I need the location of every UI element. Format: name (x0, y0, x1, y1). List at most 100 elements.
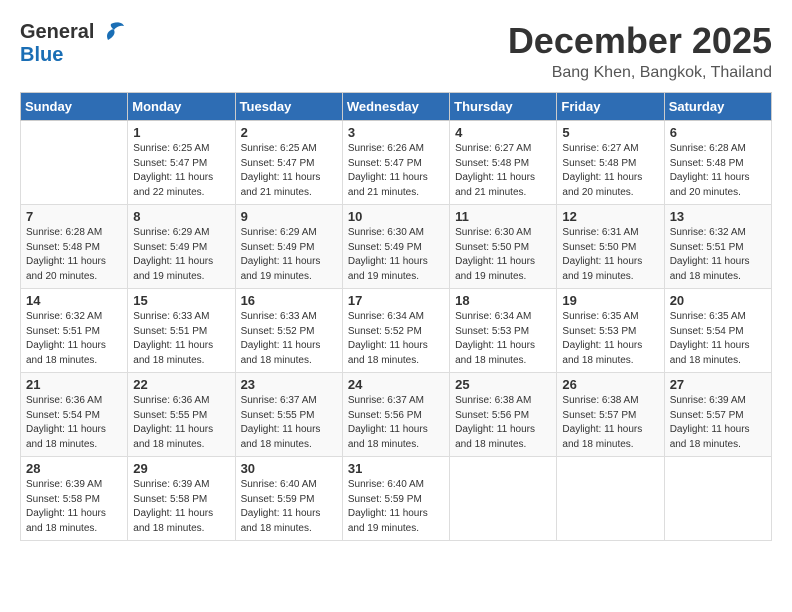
calendar-cell: 27 Sunrise: 6:39 AM Sunset: 5:57 PM Dayli… (664, 373, 771, 457)
day-number: 16 (241, 293, 337, 308)
day-info: Sunrise: 6:28 AM Sunset: 5:48 PM Dayligh… (26, 226, 122, 284)
day-number: 4 (455, 125, 551, 140)
calendar-cell: 23 Sunrise: 6:37 AM Sunset: 5:55 PM Dayli… (235, 373, 342, 457)
calendar-cell: 14 Sunrise: 6:32 AM Sunset: 5:51 PM Dayli… (21, 289, 128, 373)
calendar-cell: 9Sunrise: 6:29 AM Sunset: 5:49 PM Daylig… (235, 205, 342, 289)
calendar-cell: 3 Sunrise: 6:26 AM Sunset: 5:47 PM Daylig… (342, 121, 449, 205)
weekday-header-thursday: Thursday (450, 93, 557, 121)
day-info: Sunrise: 6:25 AM Sunset: 5:47 PM Dayligh… (133, 142, 229, 200)
day-info: Sunrise: 6:29 AM Sunset: 5:49 PM Dayligh… (241, 226, 337, 284)
calendar-cell: 12Sunrise: 6:31 AM Sunset: 5:50 PM Dayli… (557, 205, 664, 289)
page-container: General Blue December 2025 Bang Khen, Ba… (20, 20, 772, 541)
weekday-header-friday: Friday (557, 93, 664, 121)
day-number: 18 (455, 293, 551, 308)
day-info: Sunrise: 6:28 AM Sunset: 5:48 PM Dayligh… (670, 142, 766, 200)
week-row-1: 7 Sunrise: 6:28 AM Sunset: 5:48 PM Daylig… (21, 205, 772, 289)
day-info: Sunrise: 6:39 AM Sunset: 5:57 PM Dayligh… (670, 394, 766, 452)
day-info: Sunrise: 6:39 AM Sunset: 5:58 PM Dayligh… (133, 478, 229, 536)
weekday-header-wednesday: Wednesday (342, 93, 449, 121)
day-number: 27 (670, 377, 766, 392)
month-title: December 2025 (508, 20, 772, 62)
header: General Blue December 2025 Bang Khen, Ba… (20, 20, 772, 82)
calendar-cell: 13 Sunrise: 6:32 AM Sunset: 5:51 PM Dayli… (664, 205, 771, 289)
weekday-header-monday: Monday (128, 93, 235, 121)
day-info: Sunrise: 6:38 AM Sunset: 5:57 PM Dayligh… (562, 394, 658, 452)
calendar-cell: 7 Sunrise: 6:28 AM Sunset: 5:48 PM Daylig… (21, 205, 128, 289)
day-info: Sunrise: 6:26 AM Sunset: 5:47 PM Dayligh… (348, 142, 444, 200)
day-info: Sunrise: 6:35 AM Sunset: 5:53 PM Dayligh… (562, 310, 658, 368)
weekday-header-sunday: Sunday (21, 93, 128, 121)
calendar-cell: 24 Sunrise: 6:37 AM Sunset: 5:56 PM Dayli… (342, 373, 449, 457)
day-number: 8 (133, 209, 229, 224)
calendar-cell: 8Sunrise: 6:29 AM Sunset: 5:49 PM Daylig… (128, 205, 235, 289)
day-info: Sunrise: 6:30 AM Sunset: 5:50 PM Dayligh… (455, 226, 551, 284)
day-info: Sunrise: 6:39 AM Sunset: 5:58 PM Dayligh… (26, 478, 122, 536)
day-number: 21 (26, 377, 122, 392)
day-info: Sunrise: 6:27 AM Sunset: 5:48 PM Dayligh… (562, 142, 658, 200)
day-number: 14 (26, 293, 122, 308)
calendar-cell: 21 Sunrise: 6:36 AM Sunset: 5:54 PM Dayli… (21, 373, 128, 457)
day-info: Sunrise: 6:36 AM Sunset: 5:55 PM Dayligh… (133, 394, 229, 452)
day-number: 25 (455, 377, 551, 392)
calendar-cell (664, 457, 771, 541)
day-info: Sunrise: 6:30 AM Sunset: 5:49 PM Dayligh… (348, 226, 444, 284)
day-number: 10 (348, 209, 444, 224)
day-info: Sunrise: 6:34 AM Sunset: 5:53 PM Dayligh… (455, 310, 551, 368)
day-number: 30 (241, 461, 337, 476)
calendar-cell (450, 457, 557, 541)
day-number: 1 (133, 125, 229, 140)
calendar-cell: 18 Sunrise: 6:34 AM Sunset: 5:53 PM Dayli… (450, 289, 557, 373)
day-info: Sunrise: 6:37 AM Sunset: 5:55 PM Dayligh… (241, 394, 337, 452)
day-info: Sunrise: 6:31 AM Sunset: 5:50 PM Dayligh… (562, 226, 658, 284)
day-info: Sunrise: 6:36 AM Sunset: 5:54 PM Dayligh… (26, 394, 122, 452)
day-number: 28 (26, 461, 122, 476)
calendar-cell: 17Sunrise: 6:34 AM Sunset: 5:52 PM Dayli… (342, 289, 449, 373)
day-number: 7 (26, 209, 122, 224)
calendar-cell: 10 Sunrise: 6:30 AM Sunset: 5:49 PM Dayli… (342, 205, 449, 289)
weekday-header-tuesday: Tuesday (235, 93, 342, 121)
day-number: 3 (348, 125, 444, 140)
day-number: 23 (241, 377, 337, 392)
week-row-4: 28 Sunrise: 6:39 AM Sunset: 5:58 PM Dayli… (21, 457, 772, 541)
day-info: Sunrise: 6:32 AM Sunset: 5:51 PM Dayligh… (26, 310, 122, 368)
calendar-cell: 26Sunrise: 6:38 AM Sunset: 5:57 PM Dayli… (557, 373, 664, 457)
week-row-3: 21 Sunrise: 6:36 AM Sunset: 5:54 PM Dayli… (21, 373, 772, 457)
logo-blue-text: Blue (20, 44, 63, 67)
day-number: 17 (348, 293, 444, 308)
day-number: 2 (241, 125, 337, 140)
day-number: 24 (348, 377, 444, 392)
calendar-cell: 31Sunrise: 6:40 AM Sunset: 5:59 PM Dayli… (342, 457, 449, 541)
week-row-2: 14 Sunrise: 6:32 AM Sunset: 5:51 PM Dayli… (21, 289, 772, 373)
calendar-cell (21, 121, 128, 205)
calendar-cell: 5 Sunrise: 6:27 AM Sunset: 5:48 PM Daylig… (557, 121, 664, 205)
calendar-cell: 11Sunrise: 6:30 AM Sunset: 5:50 PM Dayli… (450, 205, 557, 289)
calendar-cell: 29 Sunrise: 6:39 AM Sunset: 5:58 PM Dayli… (128, 457, 235, 541)
day-number: 22 (133, 377, 229, 392)
day-number: 20 (670, 293, 766, 308)
calendar-cell: 19Sunrise: 6:35 AM Sunset: 5:53 PM Dayli… (557, 289, 664, 373)
title-section: December 2025 Bang Khen, Bangkok, Thaila… (508, 20, 772, 82)
day-info: Sunrise: 6:40 AM Sunset: 5:59 PM Dayligh… (241, 478, 337, 536)
calendar-cell: 1 Sunrise: 6:25 AM Sunset: 5:47 PM Daylig… (128, 121, 235, 205)
calendar-cell: 30 Sunrise: 6:40 AM Sunset: 5:59 PM Dayli… (235, 457, 342, 541)
logo-general-text: General (20, 21, 94, 44)
day-number: 6 (670, 125, 766, 140)
calendar-cell: 4 Sunrise: 6:27 AM Sunset: 5:48 PM Daylig… (450, 121, 557, 205)
calendar-cell: 28 Sunrise: 6:39 AM Sunset: 5:58 PM Dayli… (21, 457, 128, 541)
day-number: 29 (133, 461, 229, 476)
logo-bird-icon (96, 20, 126, 44)
day-number: 13 (670, 209, 766, 224)
day-number: 5 (562, 125, 658, 140)
day-info: Sunrise: 6:33 AM Sunset: 5:52 PM Dayligh… (241, 310, 337, 368)
day-info: Sunrise: 6:37 AM Sunset: 5:56 PM Dayligh… (348, 394, 444, 452)
logo: General Blue (20, 20, 126, 67)
week-row-0: 1 Sunrise: 6:25 AM Sunset: 5:47 PM Daylig… (21, 121, 772, 205)
location-title: Bang Khen, Bangkok, Thailand (508, 64, 772, 82)
calendar-cell: 20Sunrise: 6:35 AM Sunset: 5:54 PM Dayli… (664, 289, 771, 373)
day-info: Sunrise: 6:27 AM Sunset: 5:48 PM Dayligh… (455, 142, 551, 200)
day-info: Sunrise: 6:32 AM Sunset: 5:51 PM Dayligh… (670, 226, 766, 284)
calendar-cell: 22 Sunrise: 6:36 AM Sunset: 5:55 PM Dayli… (128, 373, 235, 457)
day-info: Sunrise: 6:40 AM Sunset: 5:59 PM Dayligh… (348, 478, 444, 536)
calendar-table: SundayMondayTuesdayWednesdayThursdayFrid… (20, 92, 772, 541)
calendar-cell (557, 457, 664, 541)
